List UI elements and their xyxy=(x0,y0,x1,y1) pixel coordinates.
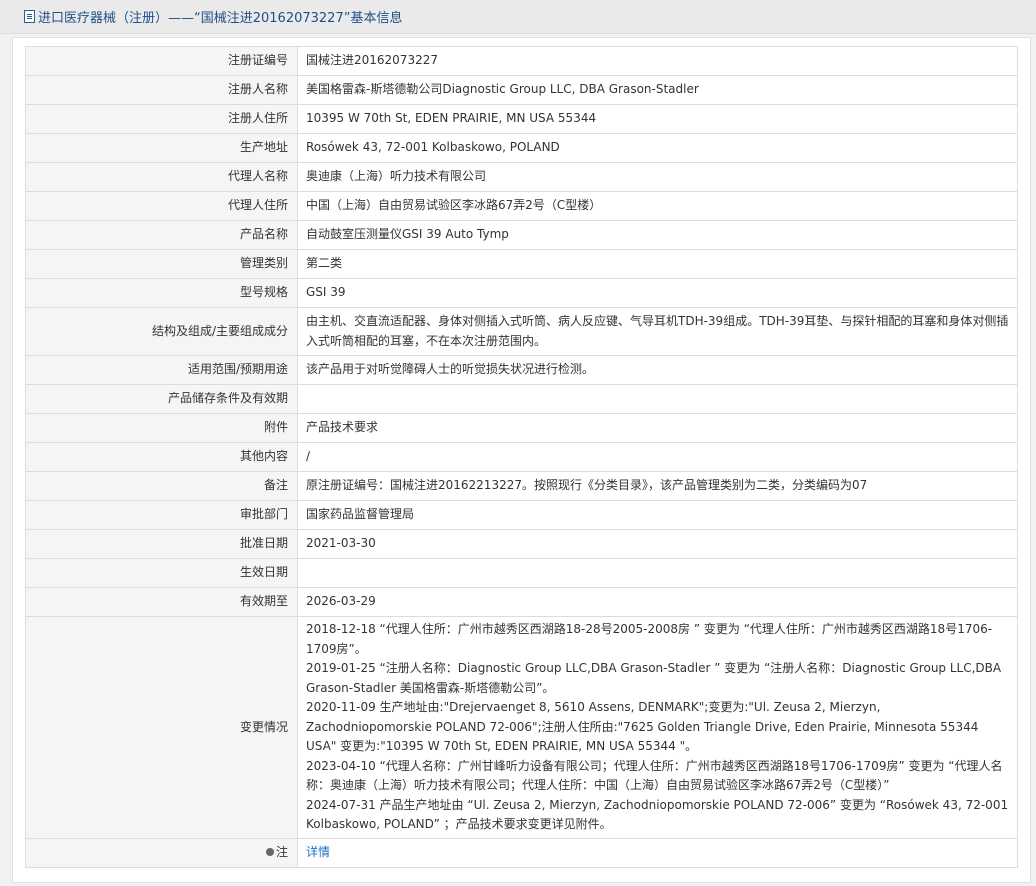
field-label: 批准日期 xyxy=(25,529,298,559)
field-label: 生效日期 xyxy=(25,558,298,588)
field-label: 代理人住所 xyxy=(25,191,298,221)
field-value: 国械注进20162073227 xyxy=(297,46,1018,76)
change-entry: 2019-01-25 “注册人名称：Diagnostic Group LLC,D… xyxy=(306,661,1002,695)
field-value: 美国格雷森-斯塔德勒公司Diagnostic Group LLC, DBA Gr… xyxy=(297,75,1018,105)
field-value: 由主机、交直流适配器、身体对侧插入式听筒、病人反应键、气导耳机TDH-39组成。… xyxy=(297,307,1018,356)
field-label: 产品名称 xyxy=(25,220,298,250)
field-value: 详情 xyxy=(297,837,1018,868)
row-storage-conditions: 产品储存条件及有效期 xyxy=(25,384,1018,414)
field-value: 中国（上海）自由贸易试验区李冰路67弄2号（C型楼） xyxy=(297,191,1018,221)
row-approval-date: 批准日期 2021-03-30 xyxy=(25,529,1018,559)
field-value xyxy=(297,384,1018,414)
field-label: 审批部门 xyxy=(25,500,298,530)
change-entry: 2020-11-09 生产地址由:"Drejervaenget 8, 5610 … xyxy=(306,700,979,753)
field-label: 结构及组成/主要组成成分 xyxy=(25,307,298,356)
field-label: 管理类别 xyxy=(25,249,298,279)
field-value: GSI 39 xyxy=(297,278,1018,308)
row-note: 注 详情 xyxy=(25,837,1018,868)
field-label: 注 xyxy=(25,837,298,868)
field-label: 型号规格 xyxy=(25,278,298,308)
field-value xyxy=(297,558,1018,588)
change-entry: 2018-12-18 “代理人住所：广州市越秀区西湖路18-28号2005-20… xyxy=(306,622,993,656)
row-agent-address: 代理人住所 中国（上海）自由贸易试验区李冰路67弄2号（C型楼） xyxy=(25,191,1018,221)
field-value: 10395 W 70th St, EDEN PRAIRIE, MN USA 55… xyxy=(297,104,1018,134)
row-management-category: 管理类别 第二类 xyxy=(25,249,1018,279)
field-value: 第二类 xyxy=(297,249,1018,279)
row-registrant-name: 注册人名称 美国格雷森-斯塔德勒公司Diagnostic Group LLC, … xyxy=(25,75,1018,105)
row-registration-number: 注册证编号 国械注进20162073227 xyxy=(25,46,1018,76)
field-label: 生产地址 xyxy=(25,133,298,163)
field-value: 产品技术要求 xyxy=(297,413,1018,443)
note-icon xyxy=(265,847,274,856)
field-label: 其他内容 xyxy=(25,442,298,472)
row-attachment: 附件 产品技术要求 xyxy=(25,413,1018,443)
field-value: 原注册证编号：国械注进20162213227。按照现行《分类目录》，该产品管理类… xyxy=(297,471,1018,501)
row-valid-until: 有效期至 2026-03-29 xyxy=(25,587,1018,617)
change-entry: 2023-04-10 “代理人名称：广州甘峰听力设备有限公司；代理人住所：广州市… xyxy=(306,758,1003,793)
row-other-content: 其他内容 / xyxy=(25,442,1018,472)
field-label: 有效期至 xyxy=(25,587,298,617)
row-approval-department: 审批部门 国家药品监督管理局 xyxy=(25,500,1018,530)
row-change-history: 变更情况 2018-12-18 “代理人住所：广州市越秀区西湖路18-28号20… xyxy=(25,616,1018,839)
row-remarks: 备注 原注册证编号：国械注进20162213227。按照现行《分类目录》，该产品… xyxy=(25,471,1018,501)
field-value: 2026-03-29 xyxy=(297,587,1018,617)
field-value: / xyxy=(297,442,1018,472)
change-history-value: 2018-12-18 “代理人住所：广州市越秀区西湖路18-28号2005-20… xyxy=(297,616,1018,839)
row-effective-date: 生效日期 xyxy=(25,558,1018,588)
detail-table: 注册证编号 国械注进20162073227 注册人名称 美国格雷森-斯塔德勒公司… xyxy=(25,46,1018,868)
page-title: 进口医疗器械（注册）——“国械注进20162073227”基本信息 xyxy=(38,11,403,26)
field-value: 国家药品监督管理局 xyxy=(297,500,1018,530)
row-product-name: 产品名称 自动鼓室压测量仪GSI 39 Auto Tymp xyxy=(25,220,1018,250)
detail-panel: 注册证编号 国械注进20162073227 注册人名称 美国格雷森-斯塔德勒公司… xyxy=(12,37,1031,883)
row-model-spec: 型号规格 GSI 39 xyxy=(25,278,1018,308)
document-icon xyxy=(24,10,35,23)
field-label: 注册人名称 xyxy=(25,75,298,105)
field-value: 奥迪康（上海）听力技术有限公司 xyxy=(297,162,1018,192)
row-structure-composition: 结构及组成/主要组成成分 由主机、交直流适配器、身体对侧插入式听筒、病人反应键、… xyxy=(25,307,1018,356)
field-value: 自动鼓室压测量仪GSI 39 Auto Tymp xyxy=(297,220,1018,250)
field-label: 产品储存条件及有效期 xyxy=(25,384,298,414)
field-label: 注册人住所 xyxy=(25,104,298,134)
field-value: 2021-03-30 xyxy=(297,529,1018,559)
field-label: 变更情况 xyxy=(25,616,298,839)
row-registrant-address: 注册人住所 10395 W 70th St, EDEN PRAIRIE, MN … xyxy=(25,104,1018,134)
field-label: 适用范围/预期用途 xyxy=(25,355,298,385)
row-intended-use: 适用范围/预期用途 该产品用于对听觉障碍人士的听觉损失状况进行检测。 xyxy=(25,355,1018,385)
field-label: 注册证编号 xyxy=(25,46,298,76)
field-label: 备注 xyxy=(25,471,298,501)
field-value: 该产品用于对听觉障碍人士的听觉损失状况进行检测。 xyxy=(297,355,1018,385)
change-entry: 2024-07-31 产品生产地址由 “Ul. Zeusa 2, Mierzyn… xyxy=(306,797,1009,832)
page-header: 进口医疗器械（注册）——“国械注进20162073227”基本信息 xyxy=(0,0,1036,34)
row-production-address: 生产地址 Rosówek 43, 72-001 Kolbaskowo, POLA… xyxy=(25,133,1018,163)
row-agent-name: 代理人名称 奥迪康（上海）听力技术有限公司 xyxy=(25,162,1018,192)
details-link[interactable]: 详情 xyxy=(306,845,330,859)
field-label: 附件 xyxy=(25,413,298,443)
field-label: 代理人名称 xyxy=(25,162,298,192)
field-value: Rosówek 43, 72-001 Kolbaskowo, POLAND xyxy=(297,133,1018,163)
note-label: 注 xyxy=(275,844,288,859)
